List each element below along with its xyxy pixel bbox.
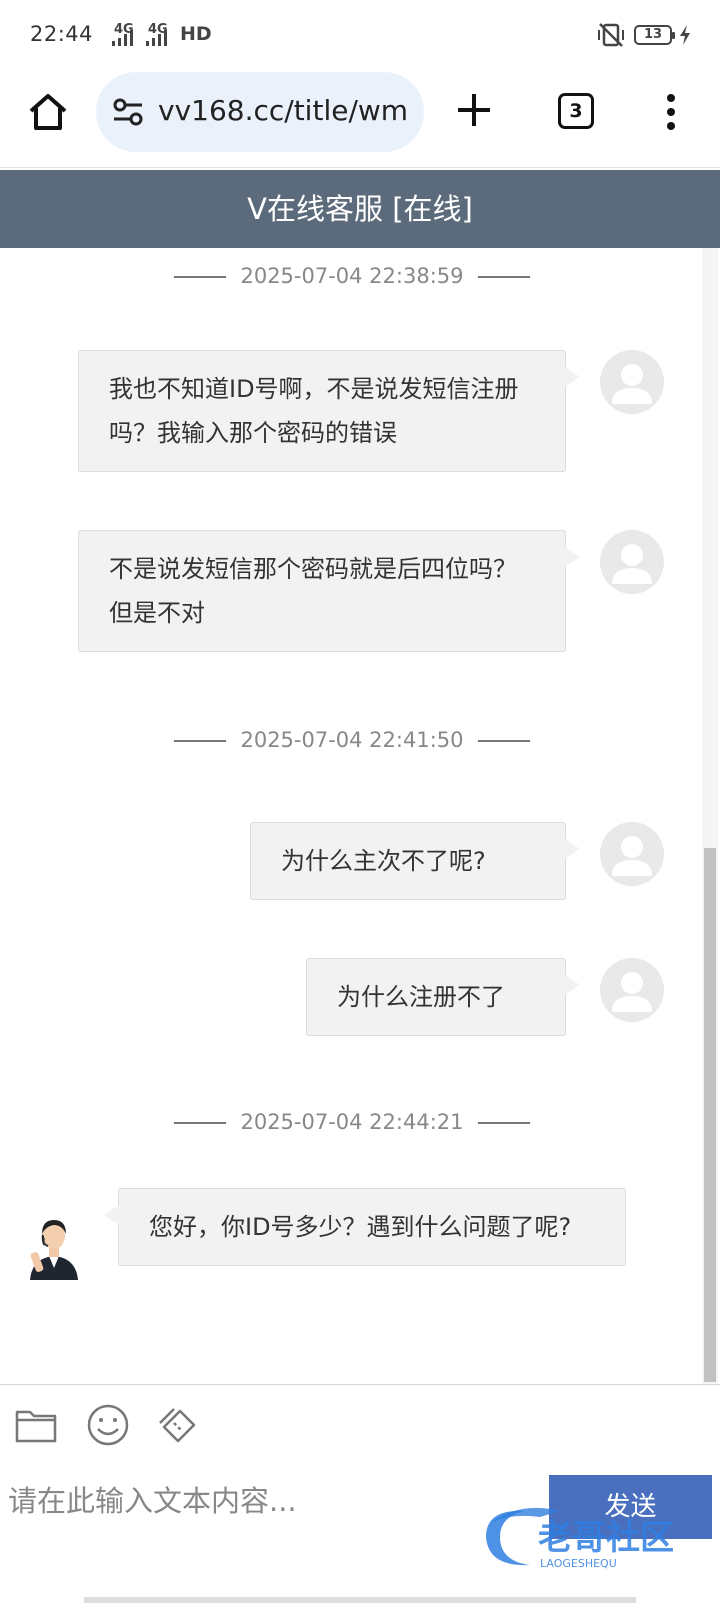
- user-avatar-icon: [600, 822, 664, 886]
- watermark-logo: 老哥社区 LAOGESHEQU: [486, 1507, 674, 1570]
- vibrate-off-icon: [598, 23, 624, 47]
- emoji-icon[interactable]: [86, 1403, 130, 1447]
- user-message: 我也不知道ID号啊，不是说发短信注册吗？我输入那个密码的错误: [78, 350, 580, 472]
- composer: 发送 老哥社区 LAOGESHEQU: [0, 1384, 720, 1603]
- time-separator: 2025-07-04 22:44:21: [0, 1110, 704, 1134]
- status-time: 22:44: [30, 22, 94, 46]
- user-avatar-icon: [600, 350, 664, 414]
- svg-text:老哥社区: 老哥社区: [538, 1518, 674, 1558]
- status-bar: 22:44 4G 4G HD 13: [0, 0, 720, 70]
- signal-icon: [146, 30, 174, 46]
- user-message: 为什么主次不了呢?: [250, 822, 580, 900]
- chat-messages[interactable]: 2025-07-04 22:38:59 我也不知道ID号啊，不是说发短信注册吗？…: [0, 248, 720, 1384]
- hd-indicator: HD: [180, 23, 212, 45]
- battery-indicator: 13: [634, 25, 675, 45]
- agent-message: 您好，你ID号多少？遇到什么问题了呢?: [104, 1188, 626, 1266]
- user-avatar-icon: [600, 530, 664, 594]
- home-icon[interactable]: [26, 90, 70, 134]
- browser-toolbar: vv168.cc/title/wm 3: [0, 70, 720, 168]
- message-input[interactable]: [8, 1471, 528, 1531]
- user-avatar-icon: [600, 958, 664, 1022]
- user-message: 为什么注册不了: [306, 958, 580, 1036]
- svg-text:LAOGESHEQU: LAOGESHEQU: [540, 1557, 617, 1570]
- folder-icon[interactable]: [14, 1403, 58, 1447]
- scrollbar-thumb[interactable]: [704, 848, 716, 1382]
- tab-switcher-button[interactable]: 3: [558, 93, 594, 129]
- chat-title: V在线客服 [在线]: [0, 170, 720, 248]
- url-text[interactable]: vv168.cc/title/wm: [158, 94, 416, 127]
- time-separator: 2025-07-04 22:41:50: [0, 728, 704, 752]
- address-bar[interactable]: vv168.cc/title/wm: [96, 72, 424, 152]
- site-settings-icon[interactable]: [112, 98, 144, 126]
- coupon-icon[interactable]: [156, 1403, 200, 1447]
- home-indicator[interactable]: [84, 1597, 636, 1603]
- agent-avatar-icon: [30, 1220, 78, 1280]
- signal-icon: [112, 30, 140, 46]
- charging-icon: [680, 25, 690, 45]
- new-tab-icon[interactable]: [454, 90, 494, 130]
- more-menu-icon[interactable]: [664, 92, 678, 132]
- user-message: 不是说发短信那个密码就是后四位吗？但是不对: [78, 530, 580, 652]
- time-separator: 2025-07-04 22:38:59: [0, 264, 704, 288]
